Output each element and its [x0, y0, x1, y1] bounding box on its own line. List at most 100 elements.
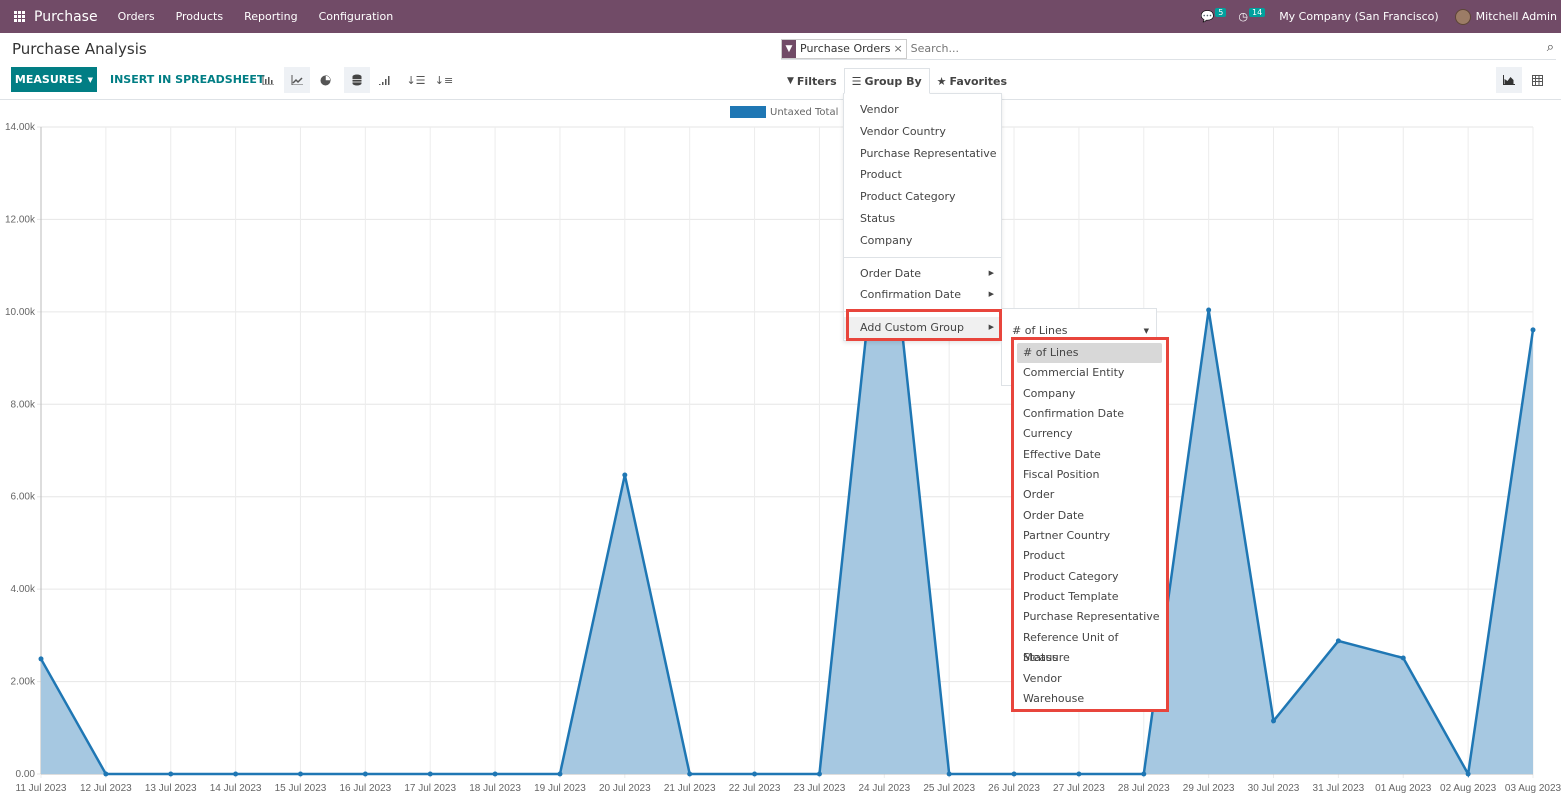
filters-button[interactable]: ▼ Filters [780, 68, 844, 94]
cumulative-button[interactable] [371, 67, 397, 93]
menu-products[interactable]: Products [176, 10, 224, 23]
custom-group-option[interactable]: Product Template [1017, 587, 1162, 607]
bar-chart-icon [262, 75, 274, 85]
x-tick-label: 21 Jul 2023 [664, 783, 716, 794]
custom-group-option[interactable]: Warehouse [1017, 689, 1162, 709]
pivot-view-button[interactable] [1524, 67, 1550, 93]
favorites-button[interactable]: ★ Favorites [930, 68, 1014, 94]
data-point [1465, 771, 1471, 777]
messages-button[interactable]: 💬 5 [1200, 8, 1227, 23]
search-bar: ▼ Purchase Orders × ⌕ [781, 38, 1556, 60]
line-chart-button[interactable] [284, 67, 310, 93]
star-icon: ★ [936, 74, 947, 88]
measures-button[interactable]: MEASURES ▼ [11, 67, 97, 92]
app-name[interactable]: Purchase [34, 9, 98, 25]
pie-chart-button[interactable] [312, 67, 338, 93]
custom-group-select-value: # of Lines [1012, 324, 1068, 337]
custom-group-option[interactable]: Order Date [1017, 506, 1162, 526]
filter-icon: ▼ [787, 76, 794, 86]
group-by-option[interactable]: Company [844, 230, 1001, 252]
custom-group-option[interactable]: Purchase Representative [1017, 607, 1162, 627]
custom-group-option[interactable]: Order [1017, 485, 1162, 505]
activities-button[interactable]: ◷ 14 [1238, 8, 1266, 23]
group-by-date-option[interactable]: Order Date ▶ [844, 263, 1001, 285]
bar-chart-button[interactable] [255, 67, 281, 93]
stacked-button[interactable] [344, 67, 370, 93]
custom-group-option[interactable]: # of Lines [1017, 343, 1162, 364]
data-point [1011, 771, 1017, 777]
x-tick-label: 17 Jul 2023 [404, 783, 456, 794]
sort-descending-button[interactable]: ↓☰ [403, 67, 429, 93]
apps-menu-button[interactable] [4, 0, 34, 33]
data-point [362, 771, 368, 777]
group-by-date-label: Confirmation Date [860, 288, 961, 302]
custom-group-option[interactable]: Effective Date [1017, 445, 1162, 465]
custom-group-options: # of Lines Commercial Entity Company Confir… [1011, 337, 1169, 712]
x-tick-label: 02 Aug 2023 [1440, 783, 1497, 794]
custom-group-option[interactable]: Fiscal Position [1017, 465, 1162, 485]
custom-group-option[interactable]: Status [1017, 648, 1162, 668]
group-by-option[interactable]: Vendor [844, 99, 1001, 121]
custom-group-option[interactable]: Currency [1017, 424, 1162, 444]
highlight-add-custom-group [846, 309, 1002, 341]
x-tick-label: 22 Jul 2023 [729, 783, 781, 794]
area-chart: 0.00 2.00k 4.00k 6.00k 8.00k 10.00k 12.00k 14.0… [5, 122, 1561, 794]
insert-spreadsheet-button[interactable]: INSERT IN SPREADSHEET [110, 67, 264, 92]
x-tick-label: 15 Jul 2023 [275, 783, 327, 794]
facet-remove-button[interactable]: × [893, 42, 905, 55]
y-tick-label: 4.00k [11, 584, 36, 595]
page-title: Purchase Analysis [12, 40, 147, 58]
series-area [41, 163, 1533, 774]
menu-reporting[interactable]: Reporting [244, 10, 297, 23]
group-by-option[interactable]: Vendor Country [844, 121, 1001, 143]
custom-group-option[interactable]: Reference Unit of Measure [1017, 628, 1162, 664]
data-point [297, 771, 303, 777]
filter-facet: ▼ Purchase Orders × [781, 38, 907, 59]
y-tick-label: 8.00k [11, 399, 36, 410]
y-tick-label: 12.00k [5, 214, 36, 225]
custom-group-option[interactable]: Product [1017, 546, 1162, 566]
menu-orders[interactable]: Orders [118, 10, 155, 23]
group-by-option[interactable]: Product [844, 164, 1001, 186]
group-by-option[interactable]: Status [844, 208, 1001, 230]
sort-asc-icon: ↓≡ [434, 73, 454, 87]
data-point [233, 771, 239, 777]
custom-group-option[interactable]: Commercial Entity [1017, 363, 1162, 383]
x-tick-label: 14 Jul 2023 [210, 783, 262, 794]
group-by-button[interactable]: ☰ Group By [843, 68, 930, 94]
x-tick-label: 25 Jul 2023 [923, 783, 975, 794]
table-icon [1531, 74, 1543, 86]
group-by-date-label: Order Date [860, 266, 922, 280]
x-tick-label: 19 Jul 2023 [534, 783, 586, 794]
search-input[interactable] [910, 42, 1511, 55]
sort-ascending-button[interactable]: ↓≡ [431, 67, 457, 93]
y-tick-label: 14.00k [5, 122, 36, 133]
caret-right-icon: ▶ [988, 268, 994, 277]
data-point [103, 771, 109, 777]
x-tick-label: 28 Jul 2023 [1118, 783, 1170, 794]
custom-group-option[interactable]: Product Category [1017, 567, 1162, 587]
pie-chart-icon [320, 74, 331, 85]
user-menu[interactable]: Mitchell Admin [1454, 8, 1557, 25]
custom-group-option[interactable]: Vendor [1017, 669, 1162, 689]
menu-configuration[interactable]: Configuration [319, 10, 394, 23]
x-tick-label: 18 Jul 2023 [469, 783, 521, 794]
data-point [1530, 327, 1536, 333]
y-tick-label: 6.00k [11, 492, 36, 503]
custom-group-option[interactable]: Company [1017, 384, 1162, 404]
search-icon[interactable]: ⌕ [1547, 40, 1554, 55]
group-by-option[interactable]: Product Category [844, 186, 1001, 208]
x-tick-label: 16 Jul 2023 [339, 783, 391, 794]
group-by-date-option[interactable]: Confirmation Date ▶ [844, 284, 1001, 306]
graph-view-button[interactable] [1496, 67, 1522, 93]
x-tick-label: 13 Jul 2023 [145, 783, 197, 794]
caret-right-icon: ▶ [988, 290, 994, 299]
data-point [687, 771, 693, 777]
custom-group-option[interactable]: Partner Country [1017, 526, 1162, 546]
chat-icon: 💬 [1200, 10, 1215, 23]
x-tick-label: 26 Jul 2023 [988, 783, 1040, 794]
data-point [427, 771, 433, 777]
group-by-option[interactable]: Purchase Representative [844, 143, 1001, 165]
custom-group-option[interactable]: Confirmation Date [1017, 404, 1162, 424]
company-switcher[interactable]: My Company (San Francisco) [1279, 10, 1438, 23]
